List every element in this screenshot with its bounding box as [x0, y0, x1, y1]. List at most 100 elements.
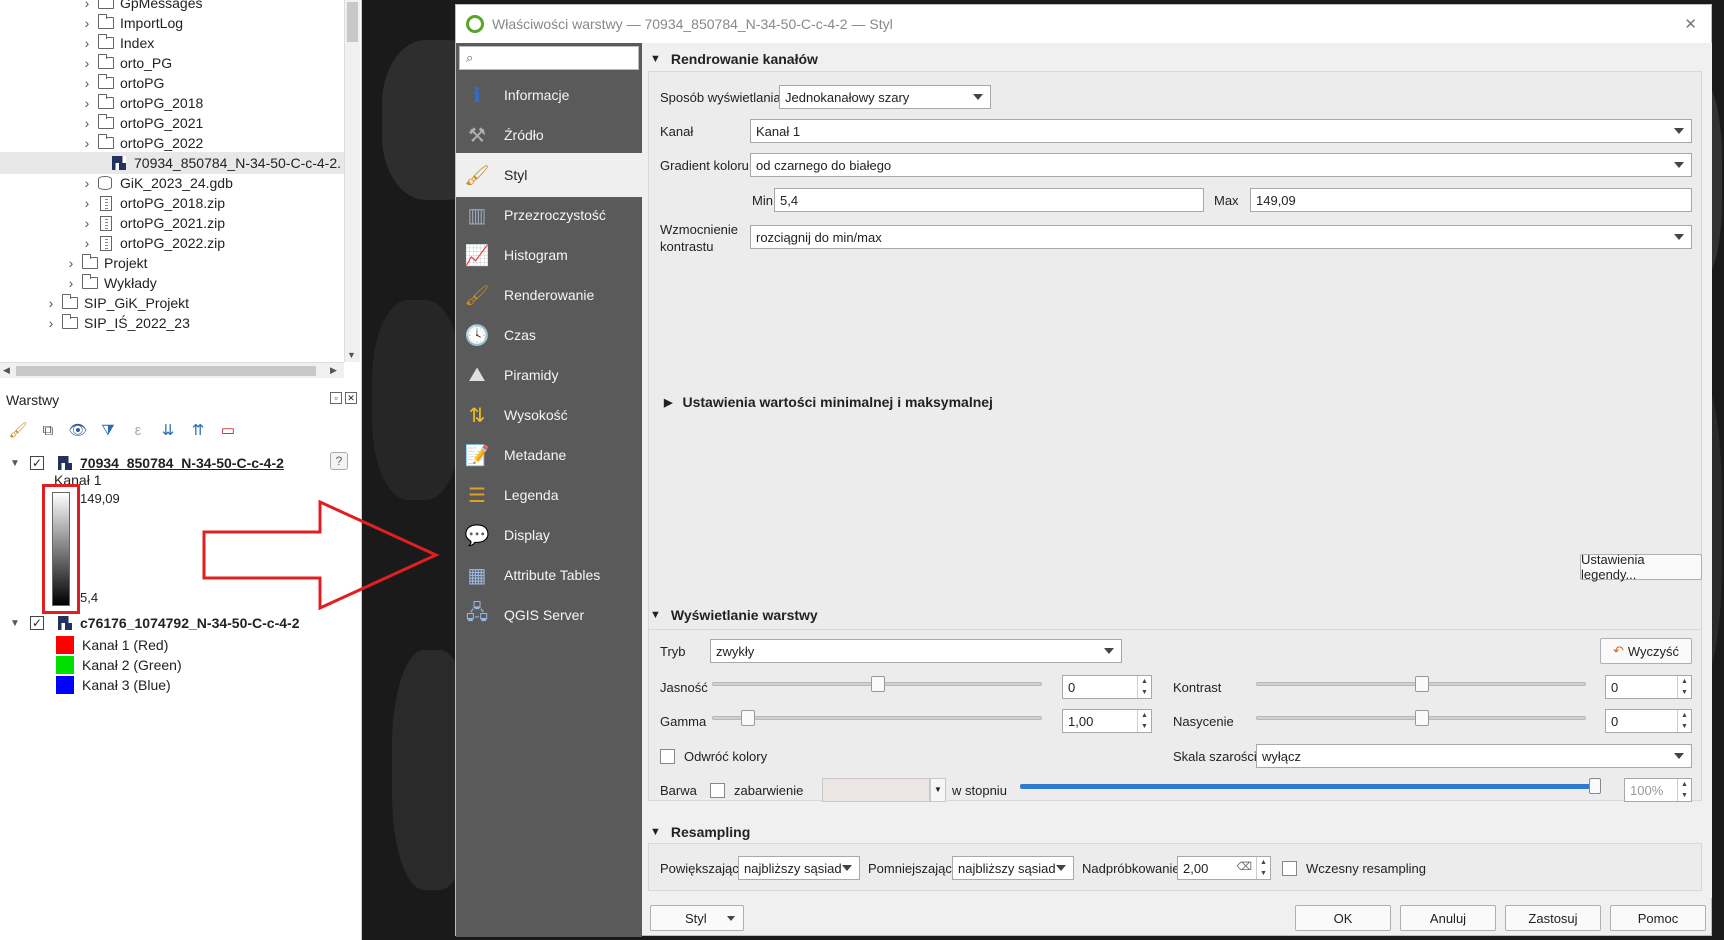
slider-knob[interactable]	[1589, 778, 1601, 794]
sidebar-item-source-tools[interactable]: ⚒ Źródło	[456, 113, 642, 157]
invert-colors-checkbox[interactable]	[660, 749, 675, 764]
colorize-checkbox[interactable]	[710, 783, 725, 798]
saturation-spinbox[interactable]: 0 ▲ ▼	[1605, 709, 1692, 733]
colorize-color-button[interactable]	[822, 778, 930, 802]
expand-arrow-icon[interactable]: ›	[80, 235, 94, 251]
browser-item[interactable]: › SIP_IŚ_2022_23	[44, 312, 190, 334]
browser-item[interactable]: › ImportLog	[80, 12, 183, 34]
remove-layer-icon[interactable]: ▭	[218, 420, 238, 440]
gradient-select[interactable]: od czarnego do białego	[750, 153, 1692, 177]
layer-row-1[interactable]: ▼ ✓ 70934_850784_N-34-50-C-c-4-2	[8, 452, 284, 474]
expand-arrow-icon[interactable]: ›	[80, 75, 94, 91]
min-input[interactable]: 5,4	[774, 188, 1204, 212]
sidebar-item-qgis-server[interactable]: 🖧 QGIS Server	[456, 593, 642, 637]
expand-arrow-icon[interactable]: ›	[80, 15, 94, 31]
band-rendering-header[interactable]: ▼ Rendrowanie kanałów	[650, 51, 818, 67]
expand-arrow-icon[interactable]: ›	[44, 295, 58, 311]
gamma-spinbox[interactable]: 1,00 ▲ ▼	[1062, 709, 1152, 733]
browser-item[interactable]: › ortoPG	[80, 72, 164, 94]
grayscale-select[interactable]: wyłącz	[1256, 744, 1692, 768]
brightness-spinbox[interactable]: 0 ▲ ▼	[1062, 675, 1152, 699]
expand-arrow-icon[interactable]: ›	[80, 55, 94, 71]
sidebar-item-metadata[interactable]: 📝 Metadane	[456, 433, 642, 477]
sidebar-item-attribute-table[interactable]: ▦ Attribute Tables	[456, 553, 642, 597]
minmax-settings-header[interactable]: ▶ Ustawienia wartości minimalnej i maksy…	[664, 394, 993, 410]
expand-arrow-icon[interactable]: ▶	[664, 396, 672, 409]
gamma-slider[interactable]	[712, 710, 1042, 726]
browser-item[interactable]: › ortoPG_2018	[80, 92, 203, 114]
reset-button[interactable]: ↶ Wyczyść	[1600, 638, 1692, 664]
layer-name[interactable]: 70934_850784_N-34-50-C-c-4-2	[80, 455, 284, 471]
sidebar-item-legend[interactable]: ☰ Legenda	[456, 473, 642, 517]
expand-arrow-icon[interactable]: ›	[64, 275, 78, 291]
style-menu-button[interactable]: Styl	[650, 905, 744, 931]
saturation-slider[interactable]	[1256, 710, 1586, 726]
browser-item[interactable]: › ortoPG_2022	[80, 132, 203, 154]
close-icon[interactable]: ✕	[1684, 15, 1697, 33]
sidebar-item-style-brush[interactable]: 🖌 Styl	[456, 153, 642, 197]
expand-arrow-icon[interactable]: ›	[80, 115, 94, 131]
max-input[interactable]: 149,09	[1250, 188, 1692, 212]
browser-item[interactable]: › ortoPG_2018.zip	[80, 192, 225, 214]
add-group-icon[interactable]: ⧉	[38, 420, 58, 440]
collapse-arrow-icon[interactable]: ▼	[8, 458, 22, 469]
expand-arrow-icon[interactable]: ›	[80, 195, 94, 211]
sidebar-item-rendering[interactable]: 🖌 Renderowanie	[456, 273, 642, 317]
colorize-dropdown-arrow[interactable]: ▼	[930, 778, 946, 802]
sidebar-item-clock[interactable]: 🕓 Czas	[456, 313, 642, 357]
legend-settings-button[interactable]: Ustawienia legendy...	[1580, 552, 1702, 582]
sidebar-item-display-tooltip[interactable]: 💬 Display	[456, 513, 642, 557]
sidebar-search-input[interactable]: ⌕	[459, 46, 639, 70]
collapse-arrow-icon[interactable]: ▼	[650, 609, 661, 621]
sidebar-item-info[interactable]: ℹ Informacje	[456, 73, 642, 117]
style-brush-icon[interactable]: 🖌	[8, 420, 28, 440]
layer-visibility-checkbox[interactable]: ✓	[30, 616, 44, 630]
expand-arrow-icon[interactable]: ›	[80, 95, 94, 111]
oversampling-spinbox[interactable]: 2,00 ⌫ ▲ ▼	[1177, 856, 1271, 880]
sidebar-item-transparency[interactable]: ▥ Przezroczystość	[456, 193, 642, 237]
collapse-arrow-icon[interactable]: ▼	[650, 53, 661, 65]
expand-arrow-icon[interactable]: ›	[80, 0, 94, 11]
filter-icon[interactable]: ⧩	[98, 420, 118, 440]
expand-all-icon[interactable]: ⇊	[158, 420, 178, 440]
render-type-select[interactable]: Jednokanałowy szary	[779, 85, 991, 109]
close-panel-icon[interactable]: ✕	[345, 392, 357, 404]
brightness-slider[interactable]	[712, 676, 1042, 692]
cancel-button[interactable]: Anuluj	[1400, 905, 1496, 931]
sidebar-item-pyramids[interactable]: ⛰ Piramidy	[456, 353, 642, 397]
contrast-spinbox[interactable]: 0 ▲ ▼	[1605, 675, 1692, 699]
filter-expression-icon[interactable]: ε	[128, 420, 148, 440]
sidebar-item-histogram[interactable]: 📈 Histogram	[456, 233, 642, 277]
collapse-arrow-icon[interactable]: ▼	[8, 618, 22, 629]
zoomed-out-select[interactable]: najbliższy sąsiad	[952, 856, 1074, 880]
browser-item[interactable]: › orto_PG	[80, 52, 172, 74]
layer-row-2[interactable]: ▼ ✓ c76176_1074792_N-34-50-C-c-4-2	[8, 612, 300, 634]
layer-name[interactable]: c76176_1074792_N-34-50-C-c-4-2	[80, 615, 300, 631]
zoomed-in-select[interactable]: najbliższy sąsiad	[738, 856, 860, 880]
browser-item[interactable]: › ortoPG_2022.zip	[80, 232, 225, 254]
expand-arrow-icon[interactable]: ›	[80, 35, 94, 51]
browser-item[interactable]: 70934_850784_N-34-50-C-c-4-2.	[0, 152, 348, 174]
browser-item[interactable]: › Index	[80, 32, 154, 54]
collapse-arrow-icon[interactable]: ▼	[650, 826, 661, 838]
float-panel-icon[interactable]: ▫	[330, 392, 342, 404]
eye-icon[interactable]: 👁	[68, 420, 88, 440]
early-resampling-checkbox[interactable]	[1282, 861, 1297, 876]
contrast-enhancement-select[interactable]: rozciągnij do min/max	[750, 225, 1692, 249]
browser-horizontal-scrollbar[interactable]: ◀ ▶	[0, 362, 344, 378]
expand-arrow-icon[interactable]: ›	[80, 135, 94, 151]
browser-item[interactable]: › GiK_2023_24.gdb	[80, 172, 233, 194]
apply-button[interactable]: Zastosuj	[1505, 905, 1601, 931]
layer-visibility-checkbox[interactable]: ✓	[30, 456, 44, 470]
expand-arrow-icon[interactable]: ›	[44, 315, 58, 331]
blend-mode-select[interactable]: zwykły	[710, 639, 1122, 663]
resampling-header[interactable]: ▼ Resampling	[650, 824, 750, 840]
browser-vertical-scrollbar[interactable]: ▼	[344, 0, 360, 362]
expand-arrow-icon[interactable]: ›	[64, 255, 78, 271]
help-button[interactable]: Pomoc	[1610, 905, 1706, 931]
browser-item[interactable]: › SIP_GiK_Projekt	[44, 292, 189, 314]
browser-item[interactable]: › ortoPG_2021	[80, 112, 203, 134]
collapse-all-icon[interactable]: ⇈	[188, 420, 208, 440]
layer-help-badge[interactable]: ?	[330, 450, 348, 472]
expand-arrow-icon[interactable]: ›	[80, 175, 94, 191]
